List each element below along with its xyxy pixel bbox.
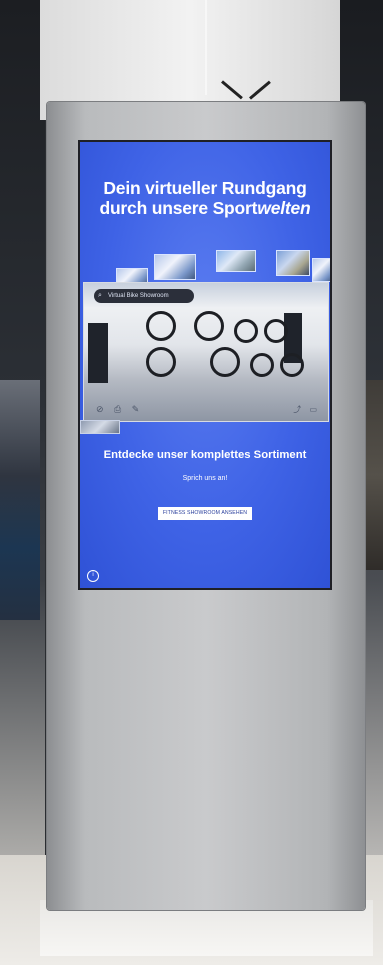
tour-toolbar[interactable]: ⊘ ⎙ ✎ [96,404,143,415]
kiosk-screen[interactable]: Dein virtueller Rundgang durch unsere Sp… [78,140,332,590]
bike-wheel [210,347,240,377]
callout-text: Sprich uns an! [182,475,228,482]
bike-wheel [234,319,258,343]
info-icon[interactable]: i [87,570,99,582]
search-icon: ⌕ [98,292,102,299]
headline: Dein virtueller Rundgang durch unsere Sp… [80,178,330,218]
bike-wheel [194,311,224,341]
preview-thumbnail [276,250,310,276]
tour-share-icon[interactable]: ⤴ ▭ [293,404,320,415]
bike-wheel [264,319,288,343]
preview-thumbnail [312,258,330,282]
tour-search-bar[interactable]: ⌕ Virtual Bike Showroom [94,289,194,303]
headline-line-2: durch unsere Sportwelten [80,198,330,218]
subheadline: Entdecke unser komplettes Sortiment [103,449,307,461]
preview-thumbnail [216,250,256,272]
ceiling-cable [205,0,207,95]
bike-wheel [146,347,176,377]
bike-wheel [280,353,304,377]
bike-wheel [250,353,274,377]
virtual-tour-preview[interactable]: ⌕ Virtual Bike Showroom ⊘ ⎙ ✎ ⤴ ▭ [83,282,329,422]
fitness-showroom-button[interactable]: FITNESS SHOWROOM ANSEHEN [158,507,252,520]
bike-wheel [146,311,176,341]
preview-thumbnail [80,420,120,434]
headline-line-2-italic: welten [257,198,311,218]
tour-search-text: Virtual Bike Showroom [108,293,169,299]
preview-thumbnail [154,254,196,280]
headline-line-2-part-a: durch unsere Sport [99,198,258,218]
bike-display-rack [88,323,108,383]
headline-line-1: Dein virtueller Rundgang [103,178,307,198]
clothing-rack-left [0,380,40,620]
